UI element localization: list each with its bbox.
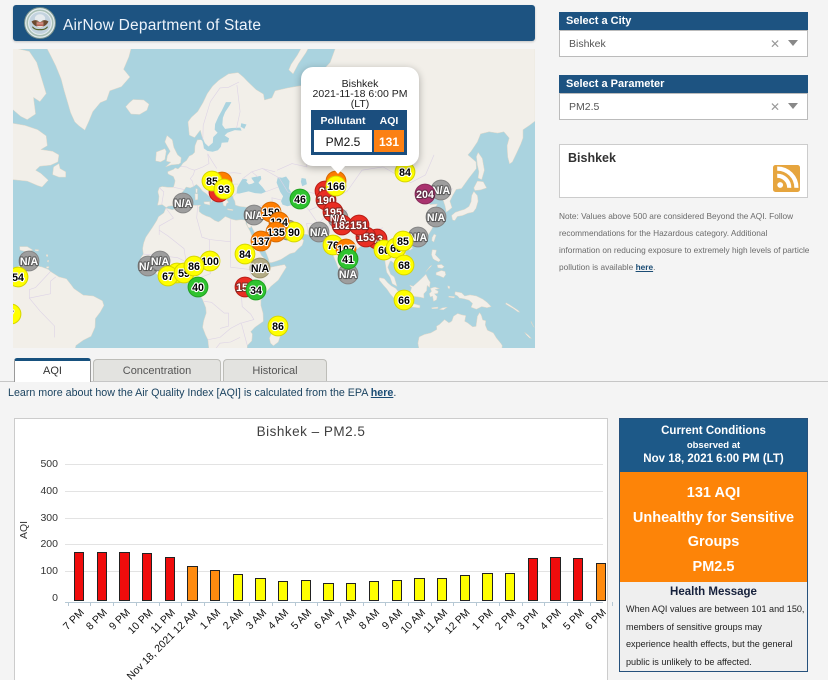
svg-text:N/A: N/A	[174, 198, 193, 210]
svg-text:86: 86	[188, 261, 200, 273]
svg-text:34: 34	[250, 285, 262, 297]
svg-text:N/A: N/A	[330, 214, 347, 225]
svg-text:N/A: N/A	[251, 263, 270, 275]
svg-text:54: 54	[13, 272, 24, 284]
svg-text:N/A: N/A	[339, 269, 358, 281]
svg-text:93: 93	[218, 184, 230, 196]
svg-text:N/A: N/A	[427, 212, 446, 224]
svg-text:84: 84	[239, 249, 251, 261]
svg-text:137: 137	[252, 236, 270, 248]
svg-text:46: 46	[294, 194, 306, 206]
svg-text:66: 66	[398, 295, 410, 307]
svg-text:N/A: N/A	[310, 227, 329, 239]
svg-text:68: 68	[398, 260, 410, 272]
svg-text:40: 40	[192, 282, 204, 294]
svg-text:41: 41	[342, 254, 354, 266]
svg-text:90: 90	[288, 227, 300, 239]
svg-text:7: 7	[13, 309, 14, 321]
svg-text:151: 151	[350, 220, 368, 232]
svg-text:166: 166	[327, 181, 345, 193]
svg-text:67: 67	[162, 271, 174, 283]
svg-text:204: 204	[416, 189, 434, 201]
svg-text:85: 85	[397, 236, 409, 248]
svg-text:84: 84	[399, 167, 411, 179]
svg-text:86: 86	[272, 321, 284, 333]
svg-text:N/A: N/A	[20, 256, 39, 268]
